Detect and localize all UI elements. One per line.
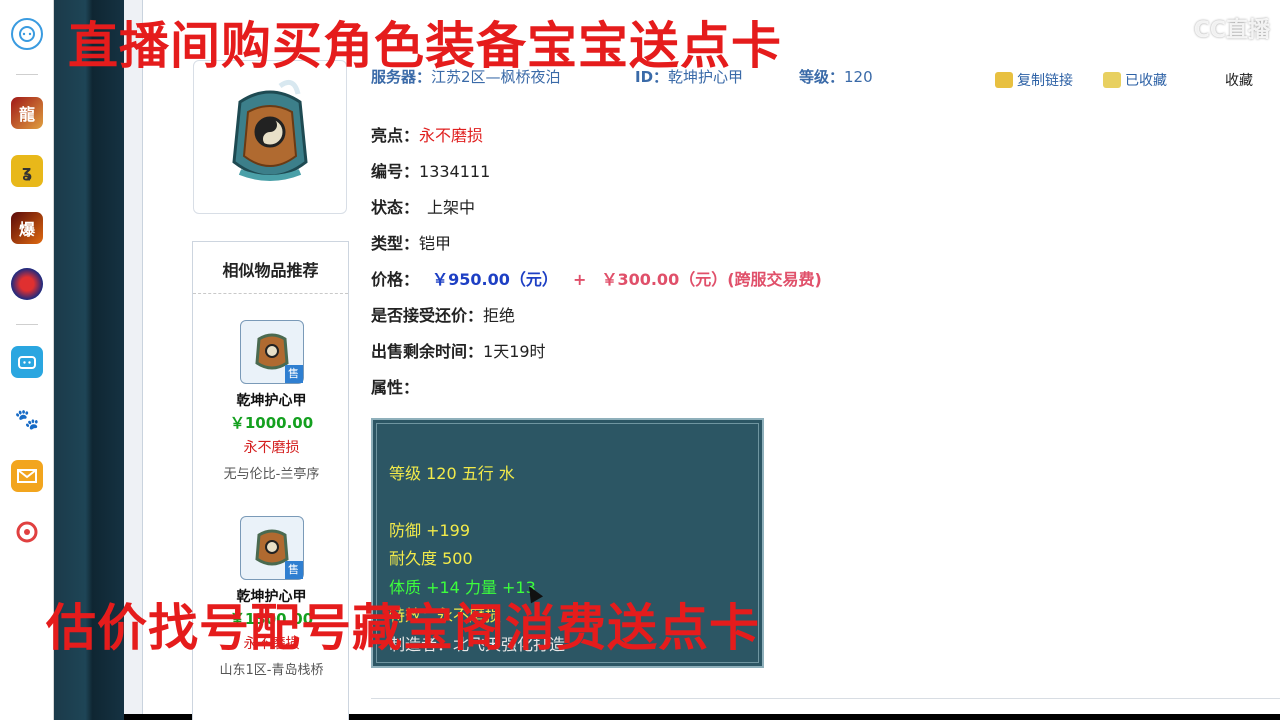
level-field: 等级：120 (799, 66, 873, 87)
divider (371, 698, 1280, 699)
baidu-icon[interactable]: 🐾 (11, 403, 43, 435)
similar-item-image[interactable]: 售 (239, 516, 304, 580)
type-row: 类型：铠甲 (371, 230, 451, 254)
bargain-value: 拒绝 (483, 306, 516, 325)
favorite-label: 收藏 (1225, 73, 1253, 89)
dock-divider (16, 324, 38, 325)
number-row: 编号：1334111 (371, 158, 490, 182)
highlight-row: 亮点：永不磨损 (371, 122, 483, 146)
highlight-label: 亮点： (371, 126, 420, 145)
game-ball-icon[interactable] (11, 268, 43, 300)
highlight-value: 永不磨损 (419, 126, 484, 145)
price-value: ￥950.00（元） (432, 270, 558, 289)
sale-badge: 售 (284, 365, 303, 383)
similar-item-server: 山东1区-青岛栈桥 (219, 663, 324, 678)
bargain-row: 是否接受还价：拒绝 (371, 302, 515, 326)
status-label: 状态： (371, 198, 420, 217)
share-button[interactable]: 已收藏 (1103, 70, 1167, 90)
share-icon (1103, 72, 1121, 88)
status-row: 状态： 上架中 (371, 194, 475, 218)
price-row: 价格： ￥950.00（元） + ￥300.00（元）(跨服交易费) (371, 266, 822, 290)
overlay-top-caption: 直播间购买角色装备宝宝送点卡 (68, 17, 782, 75)
game-dragon-icon[interactable]: 龍 (11, 97, 43, 129)
game-bao-icon[interactable]: 爆 (11, 212, 43, 244)
type-label: 类型： (371, 234, 420, 253)
armor-icon (232, 79, 308, 181)
attr-defense: 防御 +199 (389, 520, 471, 540)
price-label: 价格： (371, 270, 420, 289)
similar-item-name[interactable]: 乾坤护心甲 (193, 390, 350, 410)
similar-item-server: 无与伦比-兰亭序 (223, 467, 320, 482)
overlay-bottom-caption: 估价找号配号藏宝阁消费送点卡 (46, 599, 760, 657)
similar-item-feature: 永不磨损 (243, 440, 300, 456)
favorite-button[interactable]: 收藏 (1225, 70, 1253, 90)
number-label: 编号： (371, 162, 420, 181)
copy-link-icon (995, 72, 1013, 88)
copy-link-button[interactable]: 复制链接 (995, 70, 1073, 90)
cross-server-fee: ￥300.00（元）(跨服交易费) (601, 270, 822, 289)
item-image (193, 60, 347, 214)
level-value: 120 (844, 68, 873, 86)
bilibili-icon[interactable] (11, 346, 43, 378)
bargain-label: 是否接受还价： (371, 306, 484, 325)
similar-item-image[interactable]: 售 (239, 320, 304, 384)
attributes-label: 属性： (371, 378, 420, 397)
game-swirl-icon[interactable]: ʓ (11, 155, 43, 187)
sidebar-title: 相似物品推荐 (193, 242, 348, 294)
attr-level-element: 等级 120 五行 水 (389, 464, 515, 483)
copy-link-label: 复制链接 (1017, 73, 1073, 89)
remaining-time-row: 出售剩余时间：1天19时 (371, 338, 546, 362)
price-plus: + (572, 270, 587, 289)
sale-badge: 售 (284, 561, 303, 579)
netease-icon[interactable] (11, 516, 43, 548)
attr-durability: 耐久度 500 (389, 549, 473, 568)
number-value: 1334111 (419, 162, 491, 181)
type-value: 铠甲 (419, 234, 452, 253)
attributes-row: 属性： (371, 374, 419, 398)
similar-item[interactable]: 售 乾坤护心甲 ￥1000.00 永不磨损 无与伦比-兰亭序 (193, 320, 350, 482)
share-label: 已收藏 (1125, 73, 1167, 89)
remaining-label: 出售剩余时间： (371, 342, 484, 361)
status-value: 上架中 (427, 198, 476, 217)
similar-item-price: ￥1000.00 (229, 414, 314, 432)
stream-watermark: CC直播 (1193, 18, 1270, 43)
dock-divider (16, 74, 38, 75)
chat-icon[interactable] (11, 18, 43, 50)
remaining-value: 1天19时 (483, 342, 546, 361)
level-label: 等级： (799, 68, 845, 86)
mail-icon[interactable] (11, 460, 43, 492)
